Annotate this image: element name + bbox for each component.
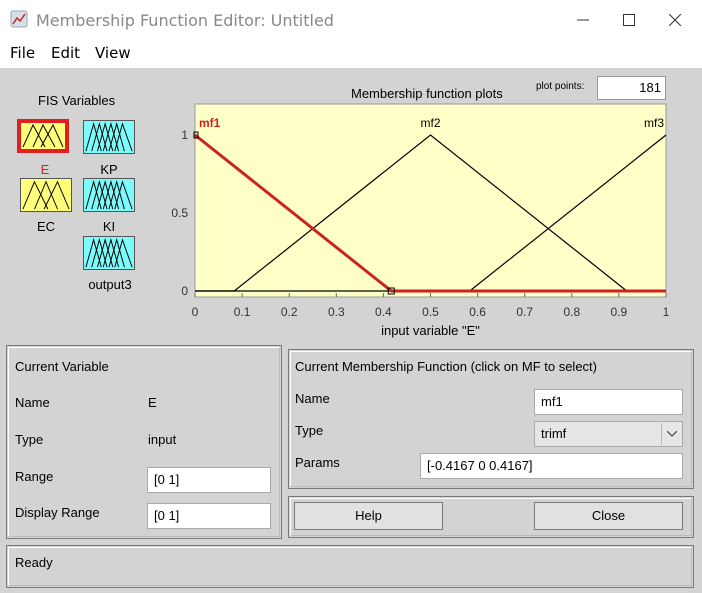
y-tick-label: 0 xyxy=(181,284,188,298)
x-tick-label: 0.8 xyxy=(563,305,580,319)
mf-label-mf2[interactable]: mf2 xyxy=(420,116,440,130)
x-tick-label: 0.4 xyxy=(375,305,392,319)
status-panel xyxy=(6,545,694,588)
x-tick-label: 0.7 xyxy=(516,305,533,319)
current-mf-heading: Current Membership Function (click on MF… xyxy=(295,359,597,374)
close-button[interactable]: Close xyxy=(534,502,683,530)
mf-params-label: Params xyxy=(295,455,340,470)
display-range-input[interactable]: [0 1] xyxy=(147,503,271,529)
y-tick-label: 0.5 xyxy=(171,206,188,220)
plot-area[interactable] xyxy=(194,103,667,298)
current-variable-heading: Current Variable xyxy=(15,359,109,374)
y-tick-label: 1 xyxy=(181,128,188,142)
x-tick-label: 0.3 xyxy=(328,305,345,319)
x-tick-label: 0 xyxy=(192,305,199,319)
status-text: Ready xyxy=(15,555,53,570)
x-tick-label: 0.9 xyxy=(611,305,628,319)
x-tick-label: 0.1 xyxy=(234,305,251,319)
x-tick-label: 0.2 xyxy=(281,305,298,319)
x-tick-label: 0.6 xyxy=(469,305,486,319)
display-range-label: Display Range xyxy=(15,505,100,520)
range-input[interactable]: [0 1] xyxy=(147,467,271,493)
chevron-down-icon xyxy=(661,423,681,445)
variable-name-label: Name xyxy=(15,395,50,410)
mf-label-mf1[interactable]: mf1 xyxy=(199,116,221,130)
x-tick-label: 0.5 xyxy=(422,305,439,319)
variable-type-label: Type xyxy=(15,432,44,447)
mf-params-input[interactable]: [-0.4167 0 0.4167] xyxy=(420,453,683,479)
mf-type-label: Type xyxy=(295,423,324,438)
membership-function-plot: 0 0.1 0.2 0.3 0.4 0.5 0.6 0.7 0.8 0.9 1 0 0.5 1 input … xyxy=(171,103,670,338)
mf-label-mf3[interactable]: mf3 xyxy=(644,116,664,130)
mf-type-dropdown[interactable]: trimf xyxy=(534,421,683,447)
x-tick-label: 1 xyxy=(663,305,670,319)
variable-name-value: E xyxy=(148,395,157,410)
variable-type-value: input xyxy=(148,432,177,447)
x-axis-label: input variable "E" xyxy=(381,323,480,338)
mf-type-value: trimf xyxy=(541,426,567,441)
range-label: Range xyxy=(15,469,54,484)
help-button[interactable]: Help xyxy=(294,502,443,530)
mf-name-input[interactable]: mf1 xyxy=(534,389,683,415)
mf-name-label: Name xyxy=(295,391,330,406)
